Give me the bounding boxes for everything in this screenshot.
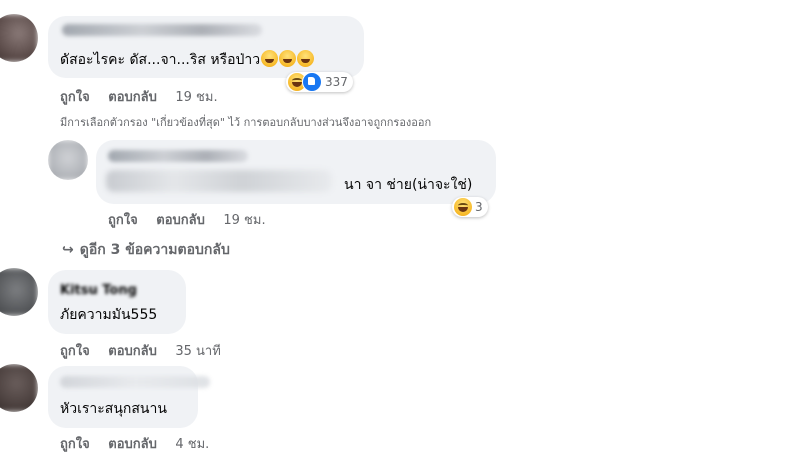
avatar[interactable] xyxy=(48,140,88,180)
avatar[interactable] xyxy=(0,364,38,412)
timestamp[interactable]: 19 ชม. xyxy=(175,90,217,105)
comment-text: นา จา ช่าย(น่าจะใช่) xyxy=(344,177,473,193)
commenter-name-blurred xyxy=(108,150,248,162)
comment-text: หัวเราะสนุกสนาน xyxy=(60,401,167,417)
view-more-replies-link[interactable]: ↪ ดูอีก 3 ข้อความตอบกลับ xyxy=(62,239,230,261)
commenter-name-blurred xyxy=(62,24,262,36)
laughing-emoji-icon xyxy=(261,50,279,67)
reaction-count: 337 xyxy=(325,75,348,89)
comment-text: ภัยความมัน555 xyxy=(60,307,158,323)
timestamp[interactable]: 4 ชม. xyxy=(175,437,209,452)
reply-button[interactable]: ตอบกลับ xyxy=(156,213,205,228)
reaction-summary[interactable]: 337 xyxy=(286,72,353,92)
comment-bubble: นา จา ช่าย(น่าจะใช่) xyxy=(96,140,496,204)
like-icon xyxy=(302,72,322,92)
like-button[interactable]: ถูกใจ xyxy=(60,344,90,359)
laughing-emoji-icon xyxy=(279,50,297,67)
comment-actions: ถูกใจ ตอบกลับ 19 ชม. xyxy=(108,209,280,230)
laughing-emoji-icon xyxy=(297,50,315,67)
reply-button[interactable]: ตอบกลับ xyxy=(108,344,157,359)
haha-icon xyxy=(454,198,472,216)
reply-button[interactable]: ตอบกลับ xyxy=(108,437,157,452)
like-button[interactable]: ถูกใจ xyxy=(60,90,90,105)
comment-actions: ถูกใจ ตอบกลับ 19 ชม. xyxy=(60,86,232,107)
filter-notice: มีการเลือกตัวกรอง "เกี่ยวข้องที่สุด" ไว้… xyxy=(60,116,432,129)
reply-arrow-icon: ↪ xyxy=(62,242,74,258)
like-button[interactable]: ถูกใจ xyxy=(60,437,90,452)
comment-text-blurred xyxy=(106,170,332,192)
reaction-summary[interactable]: 3 xyxy=(452,197,488,217)
reply-button[interactable]: ตอบกลับ xyxy=(108,90,157,105)
avatar[interactable] xyxy=(0,268,38,316)
commenter-name[interactable]: Kitsu Tong xyxy=(60,282,137,300)
comment-bubble: Kitsu Tong ภัยความมัน555 xyxy=(48,270,186,334)
comment-text: ดัสอะไรคะ ดัส...จา...ริส หรือป่าว xyxy=(60,50,315,69)
like-button[interactable]: ถูกใจ xyxy=(108,213,138,228)
reaction-count: 3 xyxy=(475,200,483,214)
timestamp[interactable]: 19 ชม. xyxy=(223,213,265,228)
comment-bubble: ดัสอะไรคะ ดัส...จา...ริส หรือป่าว xyxy=(48,16,364,78)
comment-bubble: หัวเราะสนุกสนาน xyxy=(48,366,210,428)
comment-actions: ถูกใจ ตอบกลับ 35 นาที xyxy=(60,340,235,361)
avatar[interactable] xyxy=(0,14,38,62)
commenter-name-blurred xyxy=(60,376,210,388)
timestamp[interactable]: 35 นาที xyxy=(175,344,220,359)
